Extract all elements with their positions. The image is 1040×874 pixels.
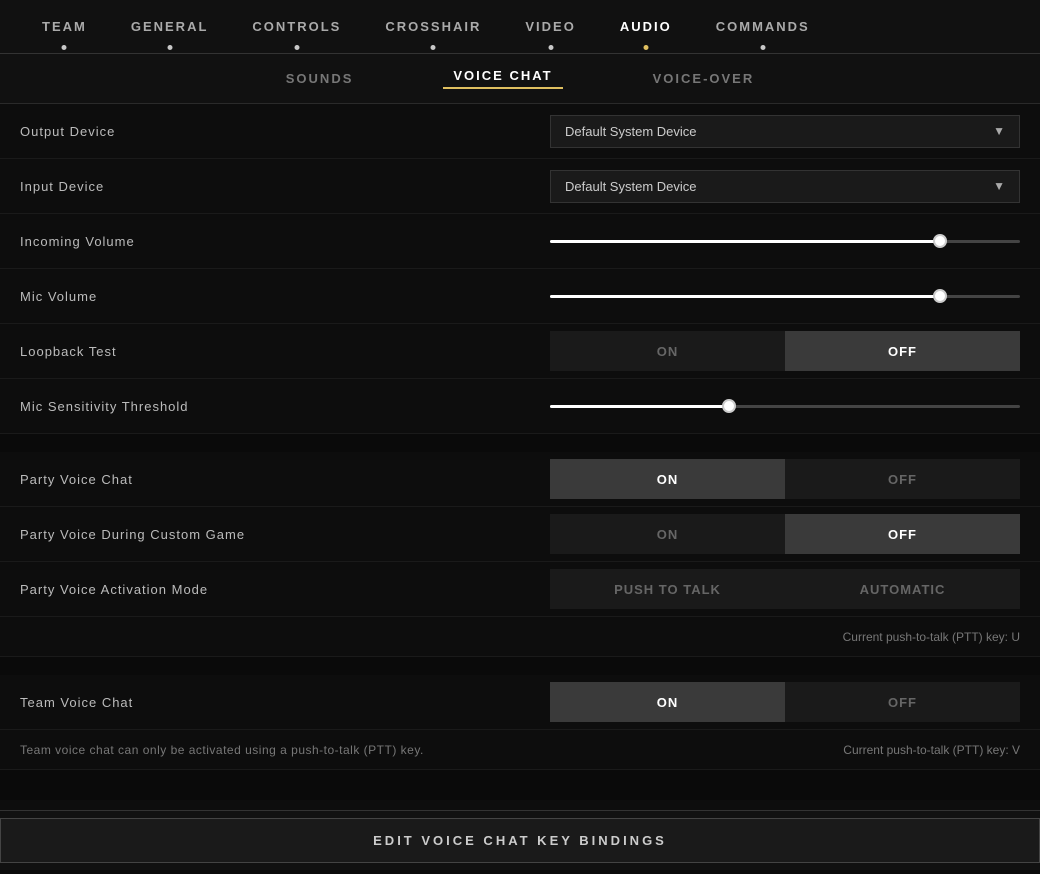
party-voice-activation-control: Push to Talk Automatic [550,569,1020,609]
subnav-sounds[interactable]: SOUNDS [276,71,364,86]
team-voice-on-button[interactable]: On [550,682,785,722]
loopback-test-control: On Off [550,331,1020,371]
incoming-volume-slider[interactable] [550,231,1020,251]
incoming-volume-label: Incoming Volume [20,234,550,249]
mic-volume-track [550,295,1020,298]
section-divider-2 [0,657,1040,675]
mic-sensitivity-label: Mic Sensitivity Threshold [20,399,550,414]
mic-volume-row: Mic Volume [0,269,1040,324]
loopback-off-button[interactable]: Off [785,331,1020,371]
team-voice-chat-control: On Off [550,682,1020,722]
mic-sensitivity-fill [550,405,729,408]
loopback-on-button[interactable]: On [550,331,785,371]
party-voice-toggle-group: On Off [550,459,1020,499]
mic-volume-label: Mic Volume [20,289,550,304]
section-divider-1 [0,434,1040,452]
mic-sensitivity-track [550,405,1020,408]
nav-team-dot [62,45,67,50]
team-voice-toggle-group: On Off [550,682,1020,722]
output-device-dropdown[interactable]: Default System Device ▼ [550,115,1020,148]
input-device-control: Default System Device ▼ [550,170,1020,203]
output-device-row: Output Device Default System Device ▼ [0,104,1040,159]
team-voice-off-button[interactable]: Off [785,682,1020,722]
loopback-test-row: Loopback Test On Off [0,324,1040,379]
input-device-value: Default System Device [565,179,697,194]
party-voice-chat-control: On Off [550,459,1020,499]
input-device-arrow-icon: ▼ [993,179,1005,193]
nav-general[interactable]: GENERAL [109,0,231,54]
incoming-volume-thumb [933,234,947,248]
party-voice-on-button[interactable]: On [550,459,785,499]
settings-content: Output Device Default System Device ▼ In… [0,104,1040,870]
subnav-voice-chat[interactable]: VOICE CHAT [443,68,562,89]
top-navigation: TEAM GENERAL CONTROLS CROSSHAIR VIDEO AU… [0,0,1040,54]
team-voice-chat-label: Team Voice Chat [20,695,550,710]
incoming-volume-track [550,240,1020,243]
edit-voice-chat-key-bindings-button[interactable]: EDIT VOICE CHAT KEY BINDINGS [0,818,1040,863]
input-device-dropdown[interactable]: Default System Device ▼ [550,170,1020,203]
loopback-test-label: Loopback Test [20,344,550,359]
output-device-value: Default System Device [565,124,697,139]
mic-sensitivity-row: Mic Sensitivity Threshold [0,379,1040,434]
sub-navigation: SOUNDS VOICE CHAT VOICE-OVER [0,54,1040,104]
nav-controls[interactable]: CONTROLS [230,0,363,54]
party-voice-custom-on-button[interactable]: On [550,514,785,554]
input-device-label: Input Device [20,179,550,194]
nav-video[interactable]: VIDEO [503,0,597,54]
party-voice-chat-row: Party Voice Chat On Off [0,452,1040,507]
party-voice-activation-row: Party Voice Activation Mode Push to Talk… [0,562,1040,617]
party-voice-automatic-button[interactable]: Automatic [785,569,1020,609]
mic-sensitivity-thumb [722,399,736,413]
party-voice-custom-toggle-group: On Off [550,514,1020,554]
party-voice-chat-label: Party Voice Chat [20,472,550,487]
incoming-volume-fill [550,240,940,243]
team-voice-chat-row: Team Voice Chat On Off [0,675,1040,730]
incoming-volume-control [550,231,1020,251]
nav-audio[interactable]: AUDIO [598,0,694,54]
output-device-label: Output Device [20,124,550,139]
ptt-key-party-text: Current push-to-talk (PTT) key: U [843,630,1020,644]
output-device-control: Default System Device ▼ [550,115,1020,148]
mic-volume-control [550,286,1020,306]
ptt-key-party-row: Current push-to-talk (PTT) key: U [0,617,1040,657]
nav-commands[interactable]: COMMANDS [694,0,832,54]
loopback-toggle-group: On Off [550,331,1020,371]
party-voice-activation-label: Party Voice Activation Mode [20,582,550,597]
edit-button-container: EDIT VOICE CHAT KEY BINDINGS [0,810,1040,870]
incoming-volume-row: Incoming Volume [0,214,1040,269]
nav-video-dot [548,45,553,50]
party-voice-custom-label: Party Voice During Custom Game [20,527,550,542]
input-device-row: Input Device Default System Device ▼ [0,159,1040,214]
nav-commands-dot [760,45,765,50]
nav-controls-dot [294,45,299,50]
mic-sensitivity-slider[interactable] [550,396,1020,416]
team-voice-info-text: Team voice chat can only be activated us… [20,743,424,757]
mic-sensitivity-control [550,396,1020,416]
nav-audio-dot [643,45,648,50]
party-voice-custom-control: On Off [550,514,1020,554]
nav-team[interactable]: TEAM [20,0,109,54]
team-voice-info-row: Team voice chat can only be activated us… [0,730,1040,770]
party-voice-custom-row: Party Voice During Custom Game On Off [0,507,1040,562]
subnav-voice-over[interactable]: VOICE-OVER [643,71,765,86]
mic-volume-slider[interactable] [550,286,1020,306]
output-device-arrow-icon: ▼ [993,124,1005,138]
nav-crosshair[interactable]: CROSSHAIR [363,0,503,54]
nav-general-dot [167,45,172,50]
party-voice-activation-toggle-group: Push to Talk Automatic [550,569,1020,609]
mic-volume-thumb [933,289,947,303]
party-voice-custom-off-button[interactable]: Off [785,514,1020,554]
party-voice-push-to-talk-button[interactable]: Push to Talk [550,569,785,609]
bottom-spacer [0,770,1040,800]
ptt-key-team-text: Current push-to-talk (PTT) key: V [843,743,1020,757]
mic-volume-fill [550,295,940,298]
nav-crosshair-dot [431,45,436,50]
party-voice-off-button[interactable]: Off [785,459,1020,499]
